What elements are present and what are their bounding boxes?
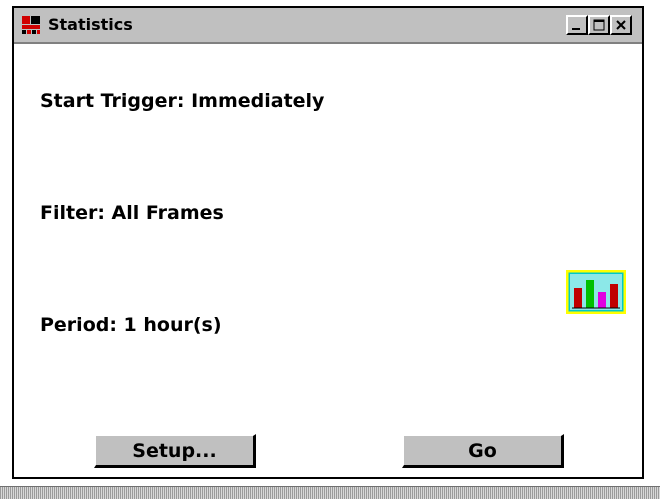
- close-icon: [616, 20, 626, 30]
- maximize-button[interactable]: [588, 15, 610, 35]
- screen: Statistics Start Trigger: Immediately Fi…: [0, 0, 660, 499]
- period-label: Period: 1 hour(s): [40, 314, 222, 336]
- setup-button[interactable]: Setup...: [94, 434, 256, 468]
- window-title: Statistics: [48, 15, 133, 34]
- title-bar[interactable]: Statistics: [14, 8, 642, 44]
- taskbar-edge: [0, 486, 660, 499]
- close-button[interactable]: [610, 15, 632, 35]
- minimize-button[interactable]: [566, 15, 588, 35]
- maximize-icon: [593, 19, 605, 31]
- filter-label: Filter: All Frames: [40, 202, 224, 224]
- bar-chart-icon[interactable]: [566, 270, 626, 314]
- go-button[interactable]: Go: [402, 434, 564, 468]
- network-monitor-icon: [20, 14, 42, 36]
- start-trigger-label: Start Trigger: Immediately: [40, 90, 325, 112]
- minimize-icon: [572, 28, 580, 30]
- statistics-window: Statistics Start Trigger: Immediately Fi…: [12, 6, 644, 479]
